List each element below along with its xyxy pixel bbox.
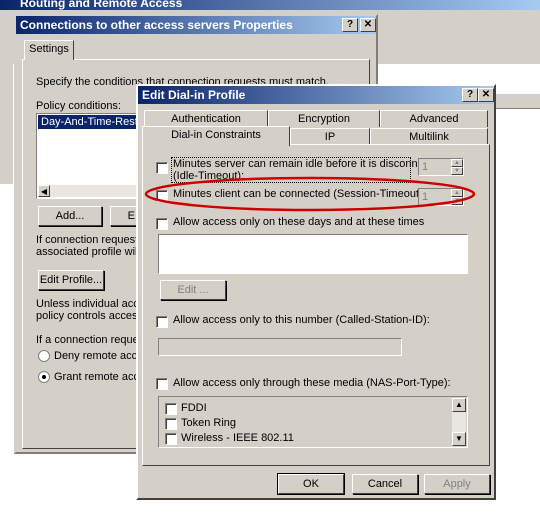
connection-text-2: associated profile will b: [36, 246, 150, 258]
media-checkbox-wireless[interactable]: [165, 433, 177, 445]
cancel-button[interactable]: Cancel: [352, 474, 418, 494]
media-label-fddi: FDDI: [181, 402, 207, 414]
policy-item-label: Day-And-Time-Restrict: [41, 116, 145, 128]
dialin-dialog: Edit Dial-in Profile ? ✕ Authentication …: [136, 84, 496, 500]
scroll-left-icon[interactable]: ◀: [38, 185, 50, 197]
if-connection-text: If a connection request: [36, 334, 148, 346]
media-list[interactable]: FDDI Token Ring Wireless - IEEE 802.11 ▲…: [158, 396, 468, 448]
tab-settings[interactable]: Settings: [24, 40, 74, 60]
highlight-ellipse: [144, 176, 476, 212]
idle-timeout-value: 1: [419, 159, 450, 175]
media-list-vscroll[interactable]: ▲ ▼: [452, 398, 466, 446]
media-label-wireless: Wireless - IEEE 802.11: [181, 432, 294, 444]
policy-item-selected[interactable]: Day-And-Time-Restrict: [38, 115, 145, 129]
called-station-checkbox[interactable]: [156, 316, 168, 328]
nas-port-checkbox[interactable]: [156, 378, 168, 390]
dialin-title: Edit Dial-in Profile: [142, 88, 246, 102]
days-times-box: [158, 234, 468, 274]
policy-conditions-list[interactable]: Day-And-Time-Restrict ◀: [36, 113, 146, 199]
tab-ip[interactable]: IP: [290, 128, 370, 145]
apply-button[interactable]: Apply: [424, 474, 490, 494]
properties-titlebar: Connections to other access servers Prop…: [16, 16, 376, 34]
rras-left-strip: [0, 64, 13, 184]
media-label-token-ring: Token Ring: [181, 417, 237, 429]
rras-title: Routing and Remote Access: [20, 0, 183, 10]
policy-conditions-label: Policy conditions:: [36, 100, 121, 112]
properties-close-button[interactable]: ✕: [360, 18, 376, 32]
days-times-checkbox[interactable]: [156, 218, 168, 230]
dialin-titlebar: Edit Dial-in Profile: [138, 86, 494, 104]
deny-access-radio[interactable]: [38, 350, 50, 362]
properties-help-button[interactable]: ?: [342, 18, 358, 32]
tab-advanced[interactable]: Advanced: [380, 110, 488, 127]
unless-text-2: policy controls access t: [36, 310, 150, 322]
edit-times-button[interactable]: Edit ...: [160, 280, 226, 300]
policy-list-hscroll[interactable]: ◀: [38, 185, 144, 197]
nas-port-label[interactable]: Allow access only through these media (N…: [173, 377, 451, 389]
idle-timeout-checkbox[interactable]: [156, 162, 168, 174]
ok-button[interactable]: OK: [277, 473, 345, 495]
connection-text-1: If connection requests: [36, 234, 144, 246]
days-times-label[interactable]: Allow access only on these days and at t…: [173, 216, 424, 228]
properties-title: Connections to other access servers Prop…: [20, 18, 293, 32]
add-condition-button[interactable]: Add...: [38, 206, 102, 226]
dialin-help-button[interactable]: ?: [462, 88, 478, 102]
edit-profile-button[interactable]: Edit Profile...: [38, 270, 104, 290]
scroll-up-icon[interactable]: ▲: [452, 398, 466, 412]
tab-authentication[interactable]: Authentication: [144, 110, 268, 127]
called-station-label[interactable]: Allow access only to this number (Called…: [173, 314, 430, 326]
media-checkbox-fddi[interactable]: [165, 403, 177, 415]
called-station-field[interactable]: [158, 338, 402, 356]
highlight-ellipse-shape: [144, 176, 476, 212]
tab-multilink[interactable]: Multilink: [370, 128, 488, 145]
tab-encryption[interactable]: Encryption: [268, 110, 380, 127]
unless-text-1: Unless individual acces: [36, 298, 151, 310]
grant-access-radio[interactable]: [38, 371, 50, 383]
spin-up-icon[interactable]: ▲: [451, 159, 463, 167]
scroll-down-icon[interactable]: ▼: [452, 432, 466, 446]
rras-column-header: [490, 94, 540, 109]
dialin-close-button[interactable]: ✕: [478, 88, 494, 102]
tab-dialin-constraints[interactable]: Dial-in Constraints: [142, 126, 290, 146]
media-checkbox-token-ring[interactable]: [165, 418, 177, 430]
